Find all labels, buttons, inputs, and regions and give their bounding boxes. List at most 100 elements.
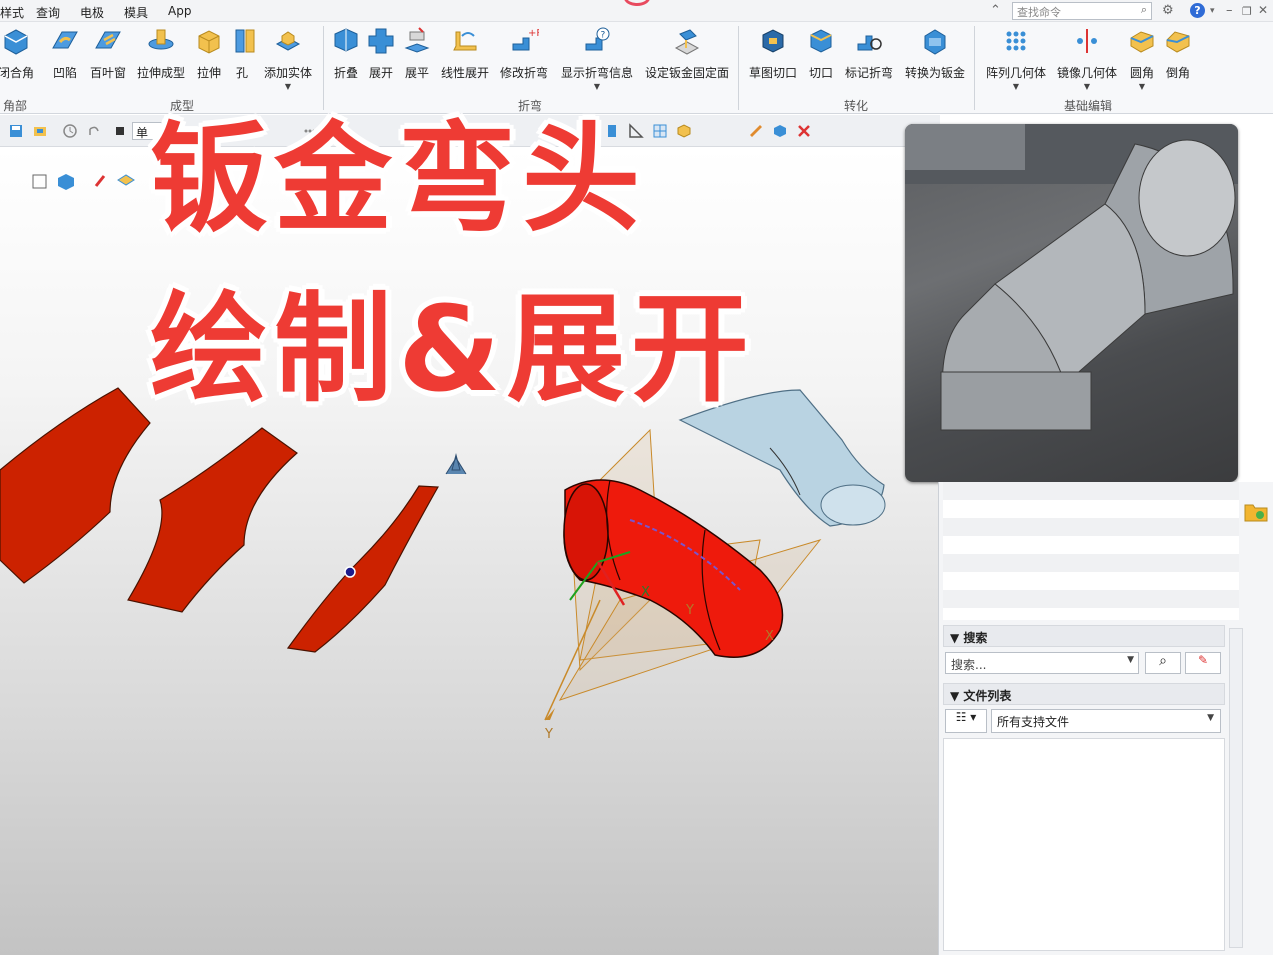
- open-icon[interactable]: [32, 123, 48, 139]
- save-icon[interactable]: [8, 123, 24, 139]
- menu-item-query[interactable]: 查询: [36, 4, 60, 21]
- mark-bend-button[interactable]: 标记折弯: [842, 26, 896, 102]
- light-source-icon[interactable]: [445, 453, 467, 475]
- chevron-up-icon[interactable]: ⌃: [990, 3, 1001, 18]
- mirror-geometry-button[interactable]: 镜像几何体 ▼: [1054, 26, 1120, 102]
- flat-pattern-piece[interactable]: [286, 485, 439, 653]
- chevron-down-icon[interactable]: ▼: [984, 82, 1048, 91]
- chevron-down-icon[interactable]: ▼: [1207, 713, 1214, 723]
- show-bend-info-button[interactable]: ? 显示折弯信息 ▼: [558, 26, 636, 102]
- list-row: [943, 554, 1239, 572]
- chamfer-button[interactable]: 倒角: [1160, 26, 1196, 102]
- unfold-button[interactable]: 展开: [366, 26, 396, 102]
- linear-unfold-icon: [453, 31, 477, 51]
- panel-scrollbar[interactable]: [1229, 628, 1243, 948]
- sketch-cutout-button[interactable]: 草图切口: [746, 26, 800, 102]
- solid-icon[interactable]: [772, 123, 788, 139]
- point-marker[interactable]: [344, 566, 356, 578]
- pattern-geometry-button[interactable]: 阵列几何体 ▼: [984, 26, 1048, 102]
- closed-corner-label: 闭合角: [0, 66, 34, 80]
- group-divider: [323, 26, 324, 110]
- folder-icon[interactable]: [1244, 500, 1268, 522]
- set-fixed-face-button[interactable]: 设定钣金固定面: [642, 26, 732, 102]
- menu-item-electrode[interactable]: 电极: [80, 4, 104, 21]
- command-search-input[interactable]: 查找命令 ⌕: [1012, 2, 1152, 20]
- list-row: [943, 590, 1239, 608]
- chamfer-label: 倒角: [1165, 66, 1190, 80]
- convert-sheetmetal-icon: [924, 29, 946, 55]
- draw-form-icon: [148, 29, 174, 50]
- close-icon[interactable]: ✕: [1258, 3, 1268, 17]
- linear-unfold-button[interactable]: 线性展开: [440, 26, 490, 102]
- exit-sketch-icon[interactable]: [32, 174, 47, 189]
- menu-item-mold[interactable]: 模具: [124, 4, 148, 21]
- chevron-down-icon[interactable]: ▼: [262, 82, 314, 91]
- search-icon: ⌕: [1159, 653, 1167, 669]
- display-mode-icon[interactable]: [58, 174, 74, 190]
- chevron-down-icon[interactable]: ▼: [1124, 82, 1160, 91]
- elbow-opening: [820, 484, 886, 526]
- file-type-filter[interactable]: 所有支持文件 ▼: [991, 709, 1221, 733]
- fold-button[interactable]: 折叠: [328, 26, 364, 102]
- undo-icon[interactable]: [86, 123, 102, 139]
- group-divider: [974, 26, 975, 110]
- flatten-button[interactable]: 展平: [402, 26, 432, 102]
- fillet-button[interactable]: 圆角 ▼: [1124, 26, 1160, 102]
- filelist-section-title: 文件列表: [963, 689, 1012, 703]
- search-button[interactable]: ⌕: [1145, 652, 1181, 674]
- add-solid-icon: [275, 31, 301, 51]
- history-icon[interactable]: [62, 123, 78, 139]
- flat-pattern-piece[interactable]: [0, 387, 151, 584]
- collapse-triangle-icon[interactable]: ▼: [950, 631, 963, 645]
- chevron-down-icon[interactable]: ▼: [1054, 82, 1120, 91]
- chevron-down-icon[interactable]: ▼: [558, 82, 636, 91]
- collapse-triangle-icon[interactable]: ▼: [950, 689, 963, 703]
- ribbon: 闭合角 凹陷 百叶窗 拉伸成型 拉伸 孔 添加实体 ▼ 折叠 展开 展平 线性展…: [0, 22, 1273, 114]
- draw-form-button[interactable]: 拉伸成型: [134, 26, 188, 102]
- add-solid-button[interactable]: 添加实体 ▼: [262, 26, 314, 102]
- file-list[interactable]: [943, 738, 1225, 951]
- filelist-section-header[interactable]: ▼ 文件列表: [943, 683, 1225, 705]
- ruler-icon[interactable]: [748, 123, 764, 139]
- search-icon[interactable]: ⌕: [1141, 3, 1147, 17]
- shaded-icon[interactable]: [117, 174, 135, 186]
- group-label-basic-edit: 基础编辑: [1063, 99, 1112, 113]
- dimple-button[interactable]: 凹陷: [48, 26, 82, 102]
- view-cube-icon[interactable]: [676, 123, 692, 139]
- erase-icon[interactable]: [94, 175, 106, 187]
- gear-icon[interactable]: ⚙: [1162, 3, 1174, 18]
- louver-button[interactable]: 百叶窗: [88, 26, 128, 102]
- chevron-down-icon[interactable]: ▼: [1127, 655, 1134, 665]
- help-icon[interactable]: ?: [1190, 3, 1205, 18]
- search-section-title: 搜索: [963, 631, 988, 645]
- fillet-icon: [1130, 31, 1154, 53]
- search-input-placeholder: 搜索...: [951, 658, 987, 672]
- hole-icon: [235, 29, 255, 53]
- louver-icon: [95, 31, 121, 49]
- convert-to-sheetmetal-button[interactable]: 转换为钣金: [902, 26, 968, 102]
- search-section-header[interactable]: ▼ 搜索: [943, 625, 1225, 647]
- extrude-button[interactable]: 拉伸: [194, 26, 224, 102]
- view-mode-button[interactable]: ☷ ▾: [945, 709, 987, 733]
- grid-icon[interactable]: [652, 123, 668, 139]
- restore-icon[interactable]: ❐: [1242, 5, 1252, 18]
- dropdown-arrow-icon[interactable]: ▾: [1210, 6, 1215, 16]
- menu-item-app[interactable]: App: [168, 4, 191, 18]
- flat-pattern-piece[interactable]: [127, 427, 298, 613]
- delete-icon[interactable]: [796, 123, 812, 139]
- flatten-icon: [404, 27, 430, 53]
- cutout-button[interactable]: 切口: [806, 26, 836, 102]
- cutout-label: 切口: [808, 66, 833, 80]
- closed-corner-button[interactable]: 闭合角: [0, 26, 36, 102]
- minimize-icon[interactable]: –: [1226, 3, 1233, 18]
- stop-icon[interactable]: [112, 123, 128, 139]
- search-input[interactable]: 搜索... ▼: [945, 652, 1139, 674]
- elbow-photo: [905, 124, 1238, 431]
- clear-search-button[interactable]: ✎: [1185, 652, 1221, 674]
- menu-item-style[interactable]: 样式: [0, 4, 24, 21]
- modify-bend-button[interactable]: +R 修改折弯: [498, 26, 550, 102]
- svg-text:+R: +R: [528, 28, 539, 39]
- graphics-viewport[interactable]: X Y Y X: [0, 148, 938, 955]
- hole-button[interactable]: 孔: [230, 26, 255, 102]
- mark-bend-icon: [857, 35, 882, 51]
